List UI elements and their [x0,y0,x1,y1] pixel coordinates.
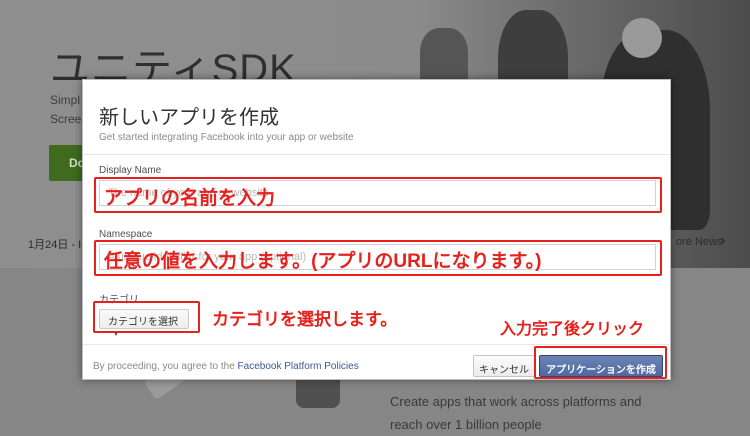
annotation-create: 入力完了後クリック [500,321,645,338]
annotation-display-name: アプリの名前を入力 [104,188,276,209]
hero-subtitle-line1: Simpl [50,93,81,107]
dialog-subtitle: Get started integrating Facebook into yo… [99,132,354,143]
footer-divider [83,344,670,345]
feature-text-line1: Create apps that work across platforms a… [390,394,642,409]
annotation-box-category [93,301,200,333]
divider [83,154,670,155]
platform-policies-link[interactable]: Facebook Platform Policies [238,361,359,372]
cancel-button[interactable]: キャンセル [473,355,535,377]
more-news-link: ore News [676,236,723,248]
display-name-label: Display Name [99,165,162,176]
annotation-namespace: 任意の値を入力します。(アプリのURLになります。) [104,251,542,272]
policy-notice: By proceeding, you agree to the Facebook… [93,361,359,372]
annotation-category: カテゴリを選択します。 [212,310,398,329]
dialog-title: 新しいアプリを作成 [99,107,279,129]
chevron-right-icon: › [720,232,726,249]
hero-subtitle-line2: Scree [50,112,82,126]
feature-text-line2: reach over 1 billion people [390,417,542,432]
namespace-label: Namespace [99,229,153,240]
soldier-figure [622,18,662,58]
policy-notice-text: By proceeding, you agree to the [93,361,238,372]
annotation-box-create [534,346,667,379]
news-item: 1月24日 - Int [28,239,91,251]
